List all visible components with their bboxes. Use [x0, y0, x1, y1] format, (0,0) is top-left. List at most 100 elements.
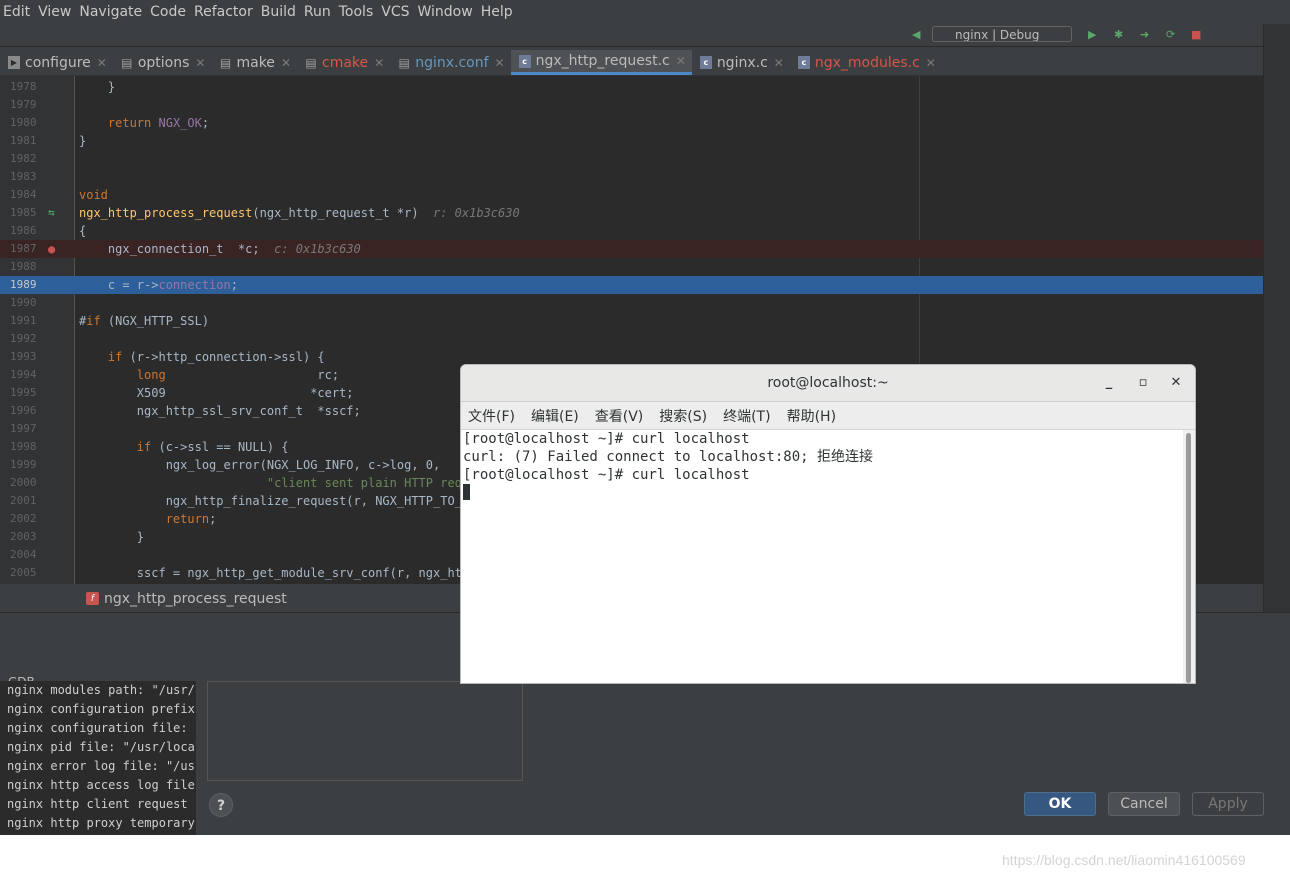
- terminal-prompt-line[interactable]: [461, 484, 1183, 502]
- tab-cmake[interactable]: ▤ cmake ✕: [297, 50, 390, 75]
- minimize-icon[interactable]: _: [1101, 375, 1117, 391]
- menu-build[interactable]: Build: [258, 4, 301, 20]
- tab-close-icon[interactable]: ✕: [281, 56, 291, 70]
- maximize-icon[interactable]: ▫: [1135, 375, 1151, 391]
- terminal-title: root@localhost:~: [767, 375, 889, 391]
- line-number: 1998: [10, 440, 37, 453]
- tab-make[interactable]: ▤ make ✕: [211, 50, 297, 75]
- line-number: 1989: [10, 278, 37, 291]
- terminal-menu-bar: 文件(F) 编辑(E) 查看(V) 搜索(S) 终端(T) 帮助(H): [461, 402, 1195, 430]
- terminal-menu-item[interactable]: 文件(F): [468, 406, 515, 426]
- tab-ngx-http-request-c[interactable]: c ngx_http_request.c ✕: [510, 50, 692, 75]
- tab-close-icon[interactable]: ✕: [774, 56, 784, 70]
- code-line[interactable]: 1983: [0, 168, 1263, 186]
- code-line[interactable]: 1985 ngx_http_process_request(ngx_http_re…: [0, 204, 1263, 222]
- code-line[interactable]: 1992: [0, 330, 1263, 348]
- menu-help[interactable]: Help: [478, 4, 518, 20]
- code-text: #if (NGX_HTTP_SSL): [79, 314, 210, 328]
- code-line[interactable]: 1979: [0, 96, 1263, 114]
- ok-button[interactable]: OK: [1024, 792, 1096, 816]
- tab-ngx-modules-c[interactable]: c ngx_modules.c ✕: [790, 50, 942, 75]
- step-icon[interactable]: ➜: [1140, 28, 1149, 41]
- code-text: return;: [165, 512, 217, 526]
- code-line[interactable]: 1982: [0, 150, 1263, 168]
- menu-vcs[interactable]: VCS: [378, 4, 414, 20]
- inline-debug-value: r: 0x1b3c630: [418, 206, 520, 220]
- run-configuration-select[interactable]: nginx | Debug: [932, 26, 1072, 42]
- text-file-icon: ▤: [305, 55, 317, 70]
- apply-button[interactable]: Apply: [1192, 792, 1264, 816]
- code-line[interactable]: 1986 {: [0, 222, 1263, 240]
- line-number: 2000: [10, 476, 37, 489]
- line-number: 1991: [10, 314, 37, 327]
- menu-run[interactable]: Run: [301, 4, 336, 20]
- inline-debug-value: c: 0x1b3c630: [259, 242, 361, 256]
- tab-close-icon[interactable]: ✕: [495, 56, 505, 70]
- code-line[interactable]: 1991 #if (NGX_HTTP_SSL): [0, 312, 1263, 330]
- breakpoint-icon[interactable]: ●: [48, 240, 55, 258]
- terminal-menu-item[interactable]: 搜索(S): [659, 406, 707, 426]
- right-tool-strip: [1263, 24, 1290, 669]
- menu-view[interactable]: View: [35, 4, 76, 20]
- code-line[interactable]: 1981}: [0, 132, 1263, 150]
- menu-edit[interactable]: Edit: [0, 4, 35, 20]
- code-text: }: [79, 134, 87, 148]
- text-file-icon: ▤: [121, 55, 133, 70]
- tab-nginx-conf[interactable]: ▤ nginx.conf ✕: [390, 50, 510, 75]
- breadcrumb-function[interactable]: ngx_http_process_request: [104, 591, 287, 607]
- code-line[interactable]: 1987 ngx_connection_t *c; c: 0x1b3c630 ●: [0, 240, 1263, 258]
- tab-label: configure: [25, 54, 91, 71]
- cancel-button[interactable]: Cancel: [1108, 792, 1180, 816]
- terminal-output[interactable]: [root@localhost ~]# curl localhost curl: …: [461, 430, 1183, 683]
- code-line[interactable]: 1984 void: [0, 186, 1263, 204]
- tab-configure[interactable]: ▶ configure ✕: [0, 50, 113, 75]
- tab-close-icon[interactable]: ✕: [97, 56, 107, 70]
- code-line[interactable]: 1988: [0, 258, 1263, 276]
- code-line[interactable]: 1978 }: [0, 78, 1263, 96]
- menu-refactor[interactable]: Refactor: [191, 4, 258, 20]
- debug-icon[interactable]: ✱: [1114, 28, 1123, 41]
- terminal-scroll-thumb[interactable]: [1186, 433, 1191, 683]
- tab-label: cmake: [322, 54, 369, 71]
- terminal-line: [root@localhost ~]# curl localhost: [463, 467, 750, 483]
- terminal-menu-item[interactable]: 终端(T): [723, 406, 770, 426]
- tab-close-icon[interactable]: ✕: [676, 54, 686, 68]
- watermark: https://blog.csdn.net/liaomin416100569: [1002, 852, 1246, 868]
- tab-close-icon[interactable]: ✕: [926, 56, 936, 70]
- override-icon[interactable]: ⇆: [48, 204, 55, 222]
- line-number: 2003: [10, 530, 37, 543]
- terminal-menu-item[interactable]: 查看(V): [595, 406, 644, 426]
- code-line[interactable]: 1980 return NGX_OK;: [0, 114, 1263, 132]
- tab-nginx-c[interactable]: c nginx.c ✕: [692, 50, 790, 75]
- line-number: 1981: [10, 134, 37, 147]
- code-line[interactable]: 1989 c = r->connection;: [0, 276, 1263, 294]
- terminal-window[interactable]: root@localhost:~ _ ▫ ✕ 文件(F) 编辑(E) 查看(V) 搜索…: [460, 364, 1196, 684]
- close-icon[interactable]: ✕: [1168, 375, 1184, 391]
- line-number: 1982: [10, 152, 37, 165]
- line-number: 1986: [10, 224, 37, 237]
- c-file-icon: c: [518, 54, 531, 68]
- code-line[interactable]: 1990: [0, 294, 1263, 312]
- stop-icon[interactable]: ■: [1191, 28, 1201, 41]
- tab-close-icon[interactable]: ✕: [195, 56, 205, 70]
- tab-options[interactable]: ▤ options ✕: [113, 50, 212, 75]
- menu-window[interactable]: Window: [415, 4, 478, 20]
- menu-code[interactable]: Code: [147, 4, 191, 20]
- menu-tools[interactable]: Tools: [336, 4, 379, 20]
- menu-navigate[interactable]: Navigate: [76, 4, 147, 20]
- run-icon[interactable]: ▶: [1088, 28, 1096, 41]
- line-number: 1997: [10, 422, 37, 435]
- line-number: 1994: [10, 368, 37, 381]
- resume-icon[interactable]: ⟳: [1166, 28, 1175, 41]
- code-text: {: [79, 224, 87, 238]
- terminal-title-bar[interactable]: root@localhost:~ _ ▫ ✕: [461, 365, 1195, 402]
- line-number: 1996: [10, 404, 37, 417]
- tab-close-icon[interactable]: ✕: [374, 56, 384, 70]
- back-arrow-icon[interactable]: ◀: [912, 28, 920, 41]
- terminal-menu-item[interactable]: 编辑(E): [531, 406, 579, 426]
- code-text: ngx_http_finalize_request(r, NGX_HTTP_TO…: [79, 494, 470, 508]
- help-button[interactable]: ?: [209, 793, 233, 817]
- line-number: 1988: [10, 260, 37, 273]
- terminal-menu-item[interactable]: 帮助(H): [787, 406, 836, 426]
- gdb-console[interactable]: nginx modules path: "/usr/l nginx configu…: [0, 681, 196, 835]
